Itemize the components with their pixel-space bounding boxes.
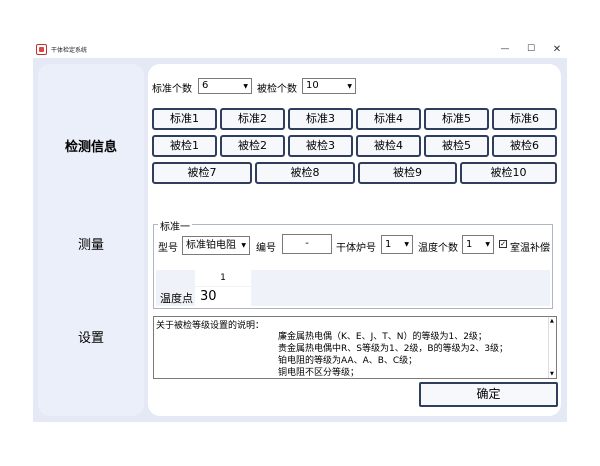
- sidebar-item-inspection-info[interactable]: 检测信息: [38, 136, 144, 155]
- inspected-8-button[interactable]: 被检8: [255, 162, 355, 184]
- standard-count-label: 标准个数: [152, 84, 192, 95]
- notes-textarea[interactable]: 关于被检等级设置的说明： 廉金属热电偶（K、E、J、T、N）的等级为1、2级； …: [153, 316, 557, 379]
- inspected-9-button[interactable]: 被检9: [358, 162, 457, 184]
- scroll-down-icon[interactable]: ▼: [550, 371, 554, 377]
- inspected-5-button[interactable]: 被检5: [424, 135, 489, 157]
- notes-title: 关于被检等级设置的说明：: [156, 321, 265, 331]
- sidebar-item-measure[interactable]: 测量: [38, 234, 144, 253]
- group-title: 标准一: [158, 218, 192, 233]
- model-select[interactable]: 标准铂电阻 ▼: [182, 236, 250, 255]
- sidebar: 检测信息 测量 设置: [38, 64, 144, 416]
- scroll-up-icon[interactable]: ▲: [550, 318, 554, 324]
- serial-input[interactable]: -: [282, 234, 332, 254]
- inspected-7-button[interactable]: 被检7: [152, 162, 252, 184]
- standard-6-button[interactable]: 标准6: [492, 108, 557, 130]
- inspected-4-button[interactable]: 被检4: [356, 135, 421, 157]
- standard-3-button[interactable]: 标准3: [288, 108, 353, 130]
- chevron-down-icon: ▼: [485, 241, 490, 248]
- notes-scrollbar[interactable]: ▲ ▼: [548, 317, 556, 378]
- temp-count-select[interactable]: 1 ▼: [462, 235, 494, 254]
- room-temp-checkbox[interactable]: ✓: [499, 240, 507, 248]
- serial-label: 编号: [256, 243, 276, 254]
- inspected-3-button[interactable]: 被检3: [288, 135, 353, 157]
- minimize-icon[interactable]: —: [493, 40, 517, 58]
- model-label: 型号: [158, 243, 178, 254]
- inspected-10-button[interactable]: 被检10: [460, 162, 557, 184]
- temp-count-label: 温度个数: [418, 243, 458, 254]
- furnace-select[interactable]: 1 ▼: [381, 235, 413, 254]
- window-title: 干体检定系统: [51, 46, 88, 54]
- chevron-down-icon: ▼: [404, 241, 409, 248]
- chevron-down-icon: ▼: [347, 83, 352, 90]
- app-icon: [36, 43, 47, 55]
- temp-point-cell[interactable]: 30: [195, 287, 251, 306]
- furnace-label: 干体炉号: [336, 243, 376, 254]
- standard-count-select[interactable]: 6 ▼: [198, 78, 252, 94]
- title-bar: 干体检定系统 — ☐ ✕: [33, 40, 567, 58]
- grid-column-header: 1: [195, 270, 251, 286]
- maximize-icon[interactable]: ☐: [519, 40, 543, 58]
- inspected-1-button[interactable]: 被检1: [152, 135, 217, 157]
- standard-4-button[interactable]: 标准4: [356, 108, 421, 130]
- chevron-down-icon: ▼: [243, 83, 248, 90]
- confirm-button[interactable]: 确定: [419, 382, 558, 407]
- sidebar-item-settings[interactable]: 设置: [38, 327, 144, 346]
- inspected-count-select[interactable]: 10 ▼: [302, 78, 356, 94]
- standard-1-button[interactable]: 标准1: [152, 108, 217, 130]
- inspected-6-button[interactable]: 被检6: [492, 135, 557, 157]
- inspected-2-button[interactable]: 被检2: [220, 135, 285, 157]
- standard-5-button[interactable]: 标准5: [424, 108, 489, 130]
- notes-line: 铜电阻不区分等级；: [278, 368, 360, 378]
- chevron-down-icon: ▼: [241, 242, 246, 249]
- standard-2-button[interactable]: 标准2: [220, 108, 285, 130]
- grid-row-label: 温度点: [160, 292, 193, 305]
- close-icon[interactable]: ✕: [545, 40, 569, 58]
- room-temp-label: 室温补偿: [510, 243, 550, 254]
- inspected-count-label: 被检个数: [257, 84, 297, 95]
